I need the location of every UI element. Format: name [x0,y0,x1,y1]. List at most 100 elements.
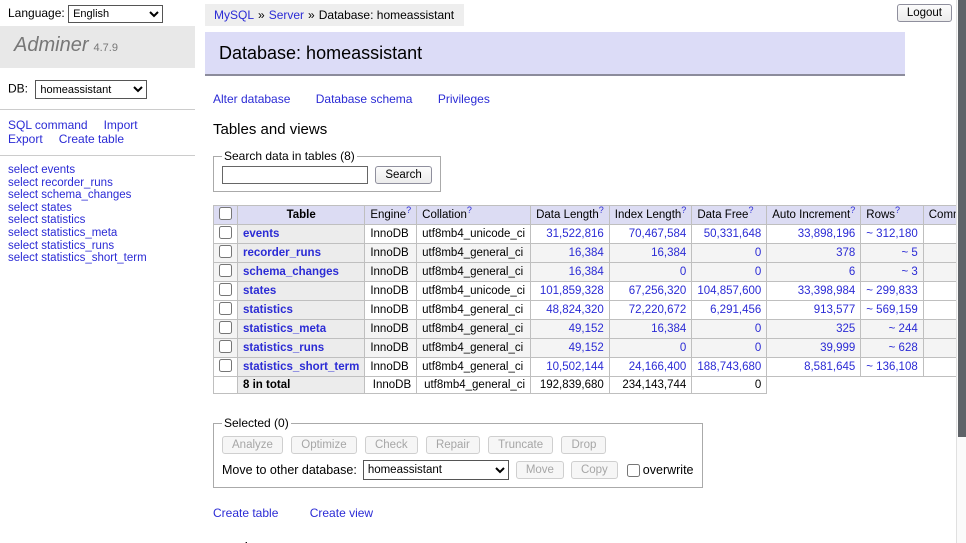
auto-increment-value[interactable]: 325 [767,320,861,339]
move-database-select[interactable]: homeassistant [363,460,509,480]
adminer-version[interactable]: 4.7.9 [93,42,117,54]
analyze-button[interactable]: Analyze [222,436,283,454]
database-schema-link[interactable]: Database schema [316,92,413,106]
data-free-value[interactable]: 0 [692,244,767,263]
index-length-value[interactable]: 16,384 [609,320,692,339]
privileges-link[interactable]: Privileges [438,92,490,106]
data-length-value[interactable]: 16,384 [531,244,610,263]
help-link[interactable]: ? [748,205,753,215]
data-free-value[interactable]: 104,857,600 [692,282,767,301]
sidebar-item-select-statistics-runs[interactable]: select statistics_runs [8,240,195,253]
help-link[interactable]: ? [406,205,411,215]
table-name-link[interactable]: recorder_runs [243,247,321,259]
index-length-value[interactable]: 24,166,400 [609,358,692,377]
vertical-scrollbar[interactable] [956,0,966,543]
data-length-value[interactable]: 49,152 [531,320,610,339]
rows-count-value[interactable]: ~ 299,833 [861,282,923,301]
index-length-value[interactable]: 72,220,672 [609,301,692,320]
table-name-link[interactable]: statistics_meta [243,323,326,335]
sidebar-item-select-statistics-meta[interactable]: select statistics_meta [8,227,195,240]
overwrite-checkbox[interactable] [627,464,640,477]
data-length-value[interactable]: 49,152 [531,339,610,358]
index-length-value[interactable]: 0 [609,339,692,358]
index-length-value[interactable]: 0 [609,263,692,282]
table-name-link[interactable]: statistics_runs [243,342,324,354]
help-link[interactable]: ? [599,205,604,215]
copy-button[interactable]: Copy [571,461,618,479]
help-link[interactable]: ? [895,205,900,215]
import-link[interactable]: Import [104,118,138,132]
create-view-link[interactable]: Create view [310,506,373,520]
move-button[interactable]: Move [516,461,564,479]
alter-database-link[interactable]: Alter database [213,92,290,106]
row-checkbox[interactable] [219,283,232,296]
data-free-value[interactable]: 0 [692,263,767,282]
data-free-value[interactable]: 0 [692,320,767,339]
sql-command-link[interactable]: SQL command [8,118,88,132]
auto-increment-value[interactable]: 33,898,196 [767,225,861,244]
row-checkbox[interactable] [219,245,232,258]
create-table-link[interactable]: Create table [213,506,278,520]
auto-increment-value[interactable]: 39,999 [767,339,861,358]
row-checkbox[interactable] [219,340,232,353]
sidebar-item-select-statistics[interactable]: select statistics [8,214,195,227]
help-link[interactable]: ? [467,205,472,215]
scrollbar-thumb[interactable] [958,0,966,437]
row-checkbox[interactable] [219,264,232,277]
db-select[interactable]: homeassistant [35,80,147,99]
rows-count-value[interactable]: ~ 312,180 [861,225,923,244]
data-free-value[interactable]: 6,291,456 [692,301,767,320]
breadcrumb-server-link[interactable]: Server [269,8,304,22]
data-length-value[interactable]: 101,859,328 [531,282,610,301]
rows-count-value[interactable]: ~ 5 [861,244,923,263]
index-length-value[interactable]: 67,256,320 [609,282,692,301]
auto-increment-value[interactable]: 33,398,984 [767,282,861,301]
repair-button[interactable]: Repair [426,436,480,454]
auto-increment-value[interactable]: 6 [767,263,861,282]
rows-count-value[interactable]: ~ 569,159 [861,301,923,320]
data-length-value[interactable]: 48,824,320 [531,301,610,320]
search-input[interactable] [222,166,368,184]
data-free-value[interactable]: 0 [692,339,767,358]
row-checkbox[interactable] [219,226,232,239]
help-link[interactable]: ? [681,205,686,215]
row-checkbox[interactable] [219,302,232,315]
truncate-button[interactable]: Truncate [488,436,553,454]
search-button[interactable]: Search [375,166,431,184]
table-name-link[interactable]: statistics_short_term [243,361,359,373]
auto-increment-value[interactable]: 8,581,645 [767,358,861,377]
table-name-link[interactable]: events [243,228,279,240]
data-length-value[interactable]: 31,522,816 [531,225,610,244]
help-link[interactable]: ? [850,205,855,215]
auto-increment-value[interactable]: 378 [767,244,861,263]
rows-count-value[interactable]: ~ 628 [861,339,923,358]
sidebar-item-select-events[interactable]: select events [8,164,195,177]
sidebar-item-select-states[interactable]: select states [8,202,195,215]
breadcrumb-mysql-link[interactable]: MySQL [214,8,254,22]
create-table-link-sidebar[interactable]: Create table [59,132,124,146]
row-checkbox[interactable] [219,359,232,372]
data-length-value[interactable]: 10,502,144 [531,358,610,377]
row-checkbox[interactable] [219,321,232,334]
data-free-value[interactable]: 50,331,648 [692,225,767,244]
rows-count-value[interactable]: ~ 3 [861,263,923,282]
sidebar-item-select-statistics-short-term[interactable]: select statistics_short_term [8,252,195,265]
export-link[interactable]: Export [8,132,43,146]
check-button[interactable]: Check [365,436,418,454]
table-name-link[interactable]: statistics [243,304,293,316]
select-all-checkbox[interactable] [219,207,232,220]
sidebar-item-select-schema-changes[interactable]: select schema_changes [8,189,195,202]
table-name-link[interactable]: schema_changes [243,266,339,278]
auto-increment-value[interactable]: 913,577 [767,301,861,320]
rows-count-value[interactable]: ~ 136,108 [861,358,923,377]
data-length-value[interactable]: 16,384 [531,263,610,282]
rows-count-value[interactable]: ~ 244 [861,320,923,339]
logout-button[interactable]: Logout [897,4,952,22]
adminer-logo[interactable]: Adminer [14,34,88,56]
data-free-value[interactable]: 188,743,680 [692,358,767,377]
optimize-button[interactable]: Optimize [291,436,356,454]
table-name-link[interactable]: states [243,285,276,297]
language-select[interactable]: English [68,5,163,23]
sidebar-item-select-recorder-runs[interactable]: select recorder_runs [8,177,195,190]
index-length-value[interactable]: 16,384 [609,244,692,263]
